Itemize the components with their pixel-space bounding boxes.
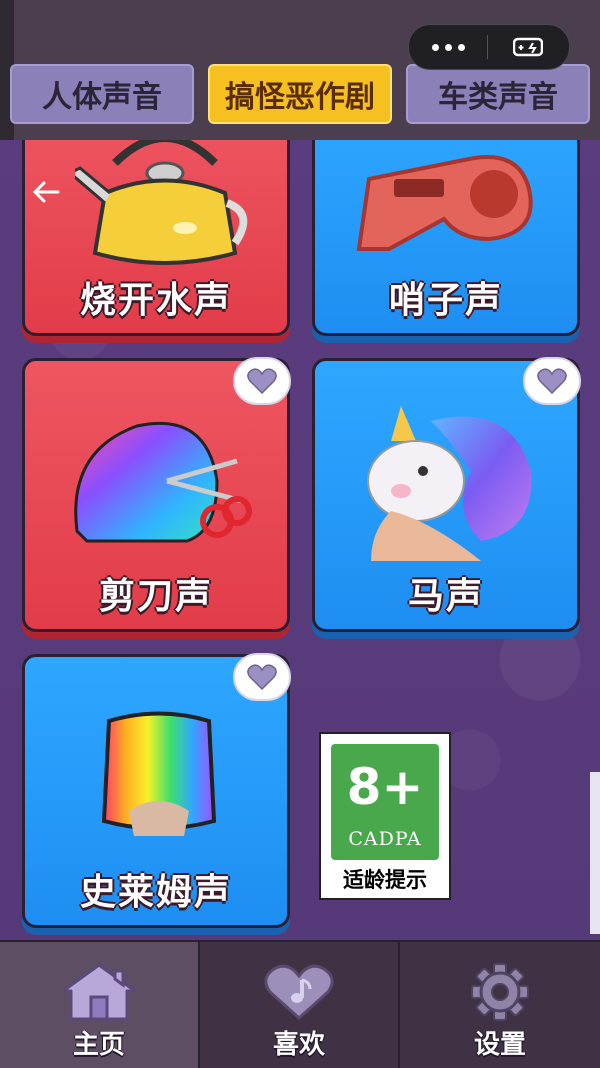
heart-icon [537, 368, 567, 394]
scrollbar[interactable] [590, 772, 600, 934]
kettle-icon [75, 134, 248, 265]
slime-icon [101, 711, 217, 836]
sound-card-whistle[interactable]: 哨子声 [312, 110, 580, 336]
age-rating-org: CADPA [348, 828, 422, 850]
sound-card-slime[interactable]: 史莱姆声 [22, 653, 291, 928]
age-rating-badge: 8+ CADPA 适龄提示 [319, 732, 451, 900]
sound-card-horse[interactable]: 马声 [312, 357, 581, 632]
nav-home[interactable]: 主页 [0, 942, 198, 1068]
sound-card-kettle[interactable]: 烧开水声 [22, 110, 290, 336]
nav-settings[interactable]: 设置 [400, 942, 600, 1068]
card-label: 烧开水声 [79, 280, 232, 321]
heart-icon [247, 368, 277, 394]
age-rating-text: 适龄提示 [343, 868, 427, 892]
age-rating-panel: 8+ CADPA [331, 744, 439, 860]
nav-favorites[interactable]: 喜欢 [200, 942, 398, 1068]
card-label: 马声 [407, 576, 484, 617]
nav-label: 主页 [72, 1030, 125, 1060]
age-rating-number: 8+ [346, 758, 424, 816]
home-icon [61, 963, 137, 1021]
favorite-button[interactable] [233, 653, 291, 701]
unicorn-icon [367, 406, 532, 561]
tab-prank[interactable]: 搞怪恶作剧 [208, 64, 392, 124]
gear-icon [471, 963, 529, 1021]
category-bar: 人体声音 搞怪恶作剧 车类声音 [0, 0, 600, 140]
back-arrow-icon[interactable] [30, 176, 62, 212]
nav-label: 喜欢 [272, 1030, 325, 1060]
bottom-nav: 主页 喜欢 设置 [0, 940, 600, 1068]
tab-vehicle-sounds[interactable]: 车类声音 [406, 64, 590, 124]
card-label: 哨子声 [388, 280, 503, 321]
tab-human-sounds[interactable]: 人体声音 [10, 64, 194, 124]
whistle-icon [356, 155, 533, 251]
scissors-icon [74, 421, 252, 543]
heart-music-icon [264, 964, 334, 1020]
card-label: 剪刀声 [98, 576, 213, 617]
favorite-button[interactable] [233, 357, 291, 405]
nav-label: 设置 [473, 1030, 526, 1060]
mini-program-capsule [408, 24, 570, 70]
more-dots-icon[interactable] [409, 43, 487, 51]
sound-card-scissors[interactable]: 剪刀声 [22, 357, 291, 632]
card-label: 史莱姆声 [79, 872, 232, 913]
gamepad-close-icon[interactable] [488, 36, 568, 58]
heart-icon [247, 664, 277, 690]
